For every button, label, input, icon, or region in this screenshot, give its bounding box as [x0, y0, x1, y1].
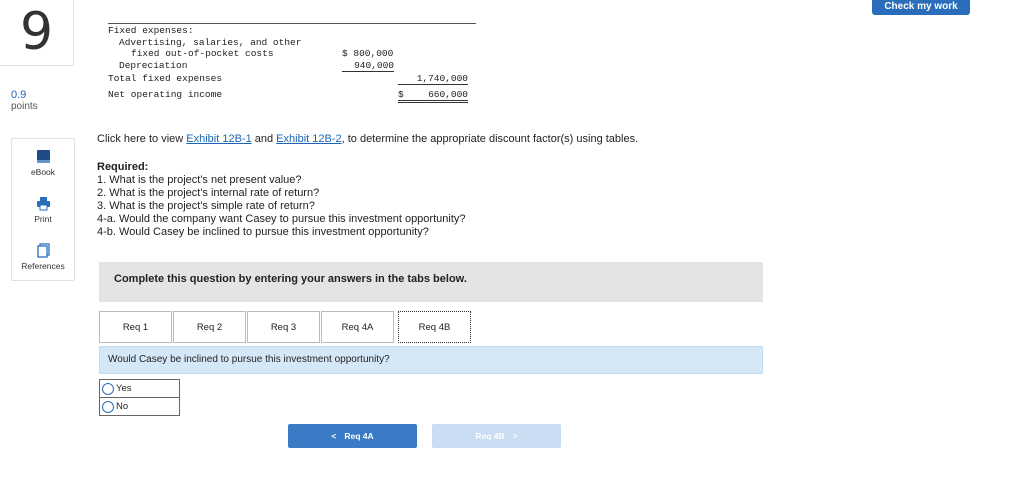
total-fixed-label: Total fixed expenses: [108, 73, 223, 84]
no-radio[interactable]: [102, 400, 114, 413]
references-icon: [36, 242, 50, 258]
option-no[interactable]: No: [100, 397, 179, 415]
instructions-banner: Complete this question by entering your …: [99, 262, 763, 302]
option-yes[interactable]: Yes: [100, 380, 179, 397]
required-item-4a: 4-a. Would the company want Casey to pur…: [97, 213, 466, 225]
exhibit-12b-2-link[interactable]: Exhibit 12B-2: [276, 133, 341, 145]
required-item-3: 3. What is the project's simple rate of …: [97, 200, 315, 212]
points-label: points: [11, 101, 38, 112]
check-my-work-button[interactable]: Check my work: [872, 0, 970, 15]
advertising-label-line1: Advertising, salaries, and other: [119, 37, 302, 48]
references-button[interactable]: References: [12, 233, 74, 280]
next-req-label: Req 4B: [475, 431, 505, 441]
noi-currency: $: [398, 89, 404, 100]
requirement-tabs: Req 1 Req 2 Req 3 Req 4A Req 4B: [99, 311, 472, 343]
yes-label: Yes: [116, 383, 132, 394]
prev-req-button[interactable]: < Req 4A: [288, 424, 417, 448]
prev-req-label: Req 4A: [344, 431, 374, 441]
print-button[interactable]: Print: [12, 186, 74, 233]
print-label: Print: [34, 213, 52, 224]
instructions-prefix: Click here to view: [97, 133, 187, 145]
exhibit-12b-1-link[interactable]: Exhibit 12B-1: [186, 133, 251, 145]
instructions-and: and: [251, 133, 277, 145]
points-value: 0.9: [11, 89, 27, 101]
noi-value: 660,000: [428, 89, 468, 100]
chevron-left-icon: <: [331, 431, 337, 441]
ebook-button[interactable]: eBook: [12, 139, 74, 186]
question-number: 9: [0, 0, 74, 66]
required-item-2: 2. What is the project's internal rate o…: [97, 187, 320, 199]
required-title: Required:: [97, 161, 149, 173]
advertising-value: $ 800,000: [342, 48, 394, 59]
references-label: References: [21, 260, 65, 271]
tab-req-2[interactable]: Req 2: [173, 311, 246, 343]
tab-req-4b[interactable]: Req 4B: [398, 311, 471, 343]
book-icon: [36, 149, 50, 163]
advertising-label-line2: fixed out-of-pocket costs: [131, 48, 274, 59]
tools-panel: eBook Print References: [11, 138, 75, 281]
instructions-suffix: , to determine the appropriate discount …: [341, 133, 639, 145]
required-item-4b: 4-b. Would Casey be inclined to pursue t…: [97, 226, 429, 238]
noi-label: Net operating income: [108, 89, 223, 100]
current-question: Would Casey be inclined to pursue this i…: [99, 346, 763, 374]
no-label: No: [116, 401, 129, 412]
depreciation-value: 940,000: [342, 60, 394, 72]
tab-req-4a[interactable]: Req 4A: [321, 311, 394, 343]
chevron-right-icon: >: [512, 431, 518, 441]
answer-options: Yes No: [99, 379, 180, 416]
tab-req-1[interactable]: Req 1: [99, 311, 172, 343]
depreciation-label: Depreciation: [119, 60, 188, 71]
ebook-label: eBook: [30, 166, 56, 177]
total-fixed-value: 1,740,000: [398, 73, 468, 85]
noi-value-cell: $ 660,000: [398, 89, 468, 103]
tab-req-3[interactable]: Req 3: [247, 311, 320, 343]
yes-radio[interactable]: [102, 382, 114, 395]
points-display: 0.9 points: [11, 89, 38, 113]
fixed-expenses-label: Fixed expenses:: [108, 25, 194, 36]
next-req-button[interactable]: Req 4B >: [432, 424, 561, 448]
required-item-1: 1. What is the project's net present val…: [97, 174, 302, 186]
exhibit-instructions: Click here to view Exhibit 12B-1 and Exh…: [97, 133, 638, 146]
printer-icon: [36, 196, 50, 210]
table-top-border: [108, 18, 476, 24]
